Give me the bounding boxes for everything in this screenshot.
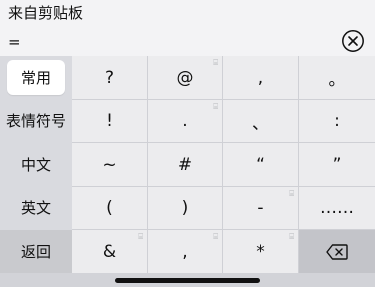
key-label: # xyxy=(177,154,193,175)
key-label: …… xyxy=(320,198,354,218)
key-label: , xyxy=(182,241,188,262)
symbol-key[interactable]: ! xyxy=(72,100,147,142)
key-label: - xyxy=(257,198,264,218)
key-label: ? xyxy=(104,67,115,88)
key-label: * xyxy=(256,241,265,262)
delete-button[interactable] xyxy=(299,230,375,273)
category-emoji[interactable]: 表情符号 xyxy=(0,99,72,142)
key-label: , xyxy=(257,67,264,88)
back-label: 返回 xyxy=(20,243,51,261)
key-label: 。 xyxy=(328,70,346,90)
symbol-key[interactable]: # xyxy=(148,143,222,186)
category-label: 表情符号 xyxy=(5,112,66,130)
symbol-key[interactable]: * ⌸ xyxy=(223,230,298,273)
key-label: . xyxy=(182,111,188,131)
lock-icon: ⌸ xyxy=(289,232,294,241)
clear-clipboard-button[interactable] xyxy=(341,29,365,53)
symbol-key[interactable]: 、 xyxy=(223,100,298,142)
lock-icon: ⌸ xyxy=(213,58,218,67)
key-label: ) xyxy=(181,198,189,218)
symbol-key[interactable]: : xyxy=(299,100,375,142)
lock-icon: ⌸ xyxy=(289,189,294,198)
key-label: @ xyxy=(176,67,194,88)
symbol-key[interactable]: …… xyxy=(299,187,375,229)
symbol-key[interactable]: . ⌸ xyxy=(148,100,222,142)
category-label: 英文 xyxy=(20,199,51,217)
back-button[interactable]: 返回 xyxy=(0,230,72,273)
home-indicator[interactable] xyxy=(115,278,260,283)
symbol-key[interactable]: , xyxy=(223,56,298,99)
symbol-key[interactable]: , ⌸ xyxy=(148,230,222,273)
key-label: 、 xyxy=(252,113,269,134)
symbol-grid: ? @ ⌸ , 。 ! . ⌸ 、 : ~ # “ ” ( ) - ⌸ …… & ⌸ ,… xyxy=(72,56,375,273)
clipboard-bar: 来自剪贴板 = xyxy=(0,0,375,56)
key-label: & xyxy=(102,241,117,262)
symbol-key[interactable]: ? xyxy=(72,56,147,99)
category-chinese[interactable]: 中文 xyxy=(0,143,72,186)
category-common[interactable]: 常用 xyxy=(0,56,72,99)
symbol-key[interactable]: & ⌸ xyxy=(72,230,147,273)
key-label: ! xyxy=(106,111,113,131)
key-label: “ xyxy=(256,154,265,175)
close-circle-icon xyxy=(342,30,364,52)
symbol-key[interactable]: ( xyxy=(72,187,147,229)
symbol-key[interactable]: ~ xyxy=(72,143,147,186)
symbol-key[interactable]: “ xyxy=(223,143,298,186)
key-label: ” xyxy=(332,154,342,175)
symbol-key[interactable]: @ ⌸ xyxy=(148,56,222,99)
backspace-icon xyxy=(326,243,348,260)
clipboard-content[interactable]: = xyxy=(8,32,21,52)
key-label: : xyxy=(334,111,340,131)
clipboard-title: 来自剪贴板 xyxy=(8,4,84,22)
symbol-key[interactable]: 。 xyxy=(299,56,375,99)
symbol-key[interactable]: ) xyxy=(148,187,222,229)
category-sidebar: 常用 表情符号 中文 英文 返回 xyxy=(0,56,72,273)
category-english[interactable]: 英文 xyxy=(0,186,72,229)
key-label: ( xyxy=(106,198,113,218)
symbol-key[interactable]: - ⌸ xyxy=(223,187,298,229)
lock-icon: ⌸ xyxy=(213,102,218,111)
symbol-key[interactable]: ” xyxy=(299,143,375,186)
lock-icon: ⌸ xyxy=(138,232,143,241)
keyboard-root: 来自剪贴板 = 常用 表情符号 中文 英文 返回 ? @ ⌸ , 。 ! . ⌸… xyxy=(0,0,375,287)
category-label: 常用 xyxy=(6,60,65,95)
key-label: ~ xyxy=(102,154,117,175)
category-label: 中文 xyxy=(20,156,51,174)
lock-icon: ⌸ xyxy=(213,232,218,241)
